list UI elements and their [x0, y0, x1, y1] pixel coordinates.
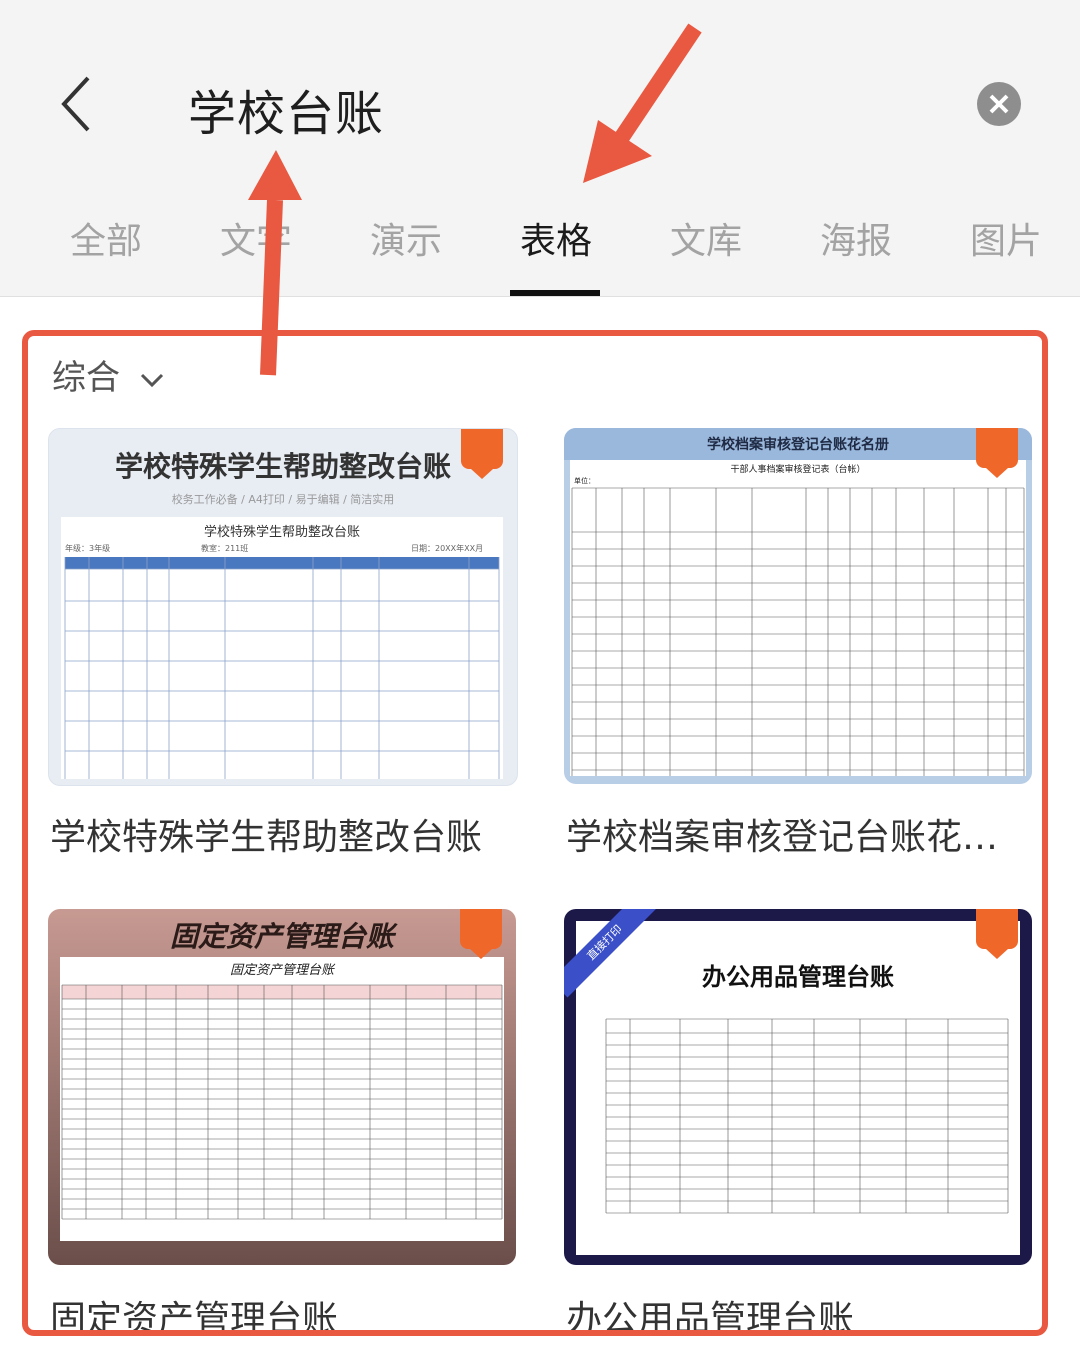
- thumbnail-title: 固定资产管理台账: [169, 920, 394, 953]
- result-title[interactable]: 学校档案审核登记台账花…: [566, 808, 1036, 860]
- sheet-grid: [64, 557, 500, 779]
- template-thumbnail[interactable]: 办公用品管理台账 直接打印: [564, 909, 1032, 1265]
- tab-poster[interactable]: 海报: [820, 212, 892, 264]
- sheet-grid: [571, 487, 1025, 776]
- thumbnail-title: 学校档案审核登记台账花名册: [707, 437, 889, 453]
- clear-icon: [989, 94, 1009, 114]
- sheet-grid: [61, 984, 503, 1220]
- sort-label: 综合: [52, 358, 120, 398]
- sheet-preview: 固定资产管理台账: [60, 957, 504, 1241]
- sheet-preview: 学校特殊学生帮助整改台账 年级：3年级 教室：211班 日期：20XX年XX月: [61, 517, 503, 779]
- tab-spreadsheet[interactable]: 表格: [520, 212, 592, 264]
- template-badge-icon: [460, 909, 502, 959]
- result-title[interactable]: 固定资产管理台账: [50, 1290, 520, 1330]
- tab-text[interactable]: 文字: [220, 212, 292, 264]
- sheet-grid: [605, 1018, 1009, 1214]
- back-arrow-icon: [61, 76, 90, 132]
- template-badge-icon: [976, 428, 1018, 478]
- active-tab-indicator: [510, 290, 600, 296]
- tab-all[interactable]: 全部: [70, 212, 142, 264]
- template-thumbnail[interactable]: 学校特殊学生帮助整改台账 校务工作必备 / A4打印 / 易于编辑 / 简洁实用…: [48, 428, 518, 786]
- thumbnail-title: 学校特殊学生帮助整改台账: [114, 450, 451, 483]
- clear-button[interactable]: [977, 82, 1021, 126]
- result-title[interactable]: 学校特殊学生帮助整改台账: [50, 808, 520, 860]
- search-query[interactable]: 学校台账: [188, 74, 384, 144]
- template-thumbnail[interactable]: 固定资产管理台账 固定资产管理台账: [48, 909, 516, 1265]
- sheet-preview: 干部人事档案审核登记表（台帐） 单位：: [570, 460, 1026, 776]
- sort-dropdown[interactable]: 综合: [52, 350, 165, 399]
- tab-image[interactable]: 图片: [970, 212, 1042, 264]
- template-badge-icon: [461, 429, 503, 479]
- thumbnail-subtitle: 校务工作必备 / A4打印 / 易于编辑 / 简洁实用: [171, 493, 395, 506]
- template-thumbnail[interactable]: 学校档案审核登记台账花名册 干部人事档案审核登记表（台帐） 单位：: [564, 428, 1032, 784]
- back-button[interactable]: [52, 72, 104, 136]
- tab-library[interactable]: 文库: [670, 212, 742, 264]
- search-header: 学校台账 全部 文字 演示 表格 文库 海报 图片: [0, 0, 1080, 297]
- category-tabs: 全部 文字 演示 表格 文库 海报 图片: [0, 210, 1080, 296]
- result-title[interactable]: 办公用品管理台账: [566, 1290, 1036, 1330]
- template-badge-icon: [976, 909, 1018, 959]
- sheet-preview: 办公用品管理台账: [576, 921, 1020, 1255]
- tab-presentation[interactable]: 演示: [370, 212, 442, 264]
- chevron-down-icon: [140, 373, 163, 387]
